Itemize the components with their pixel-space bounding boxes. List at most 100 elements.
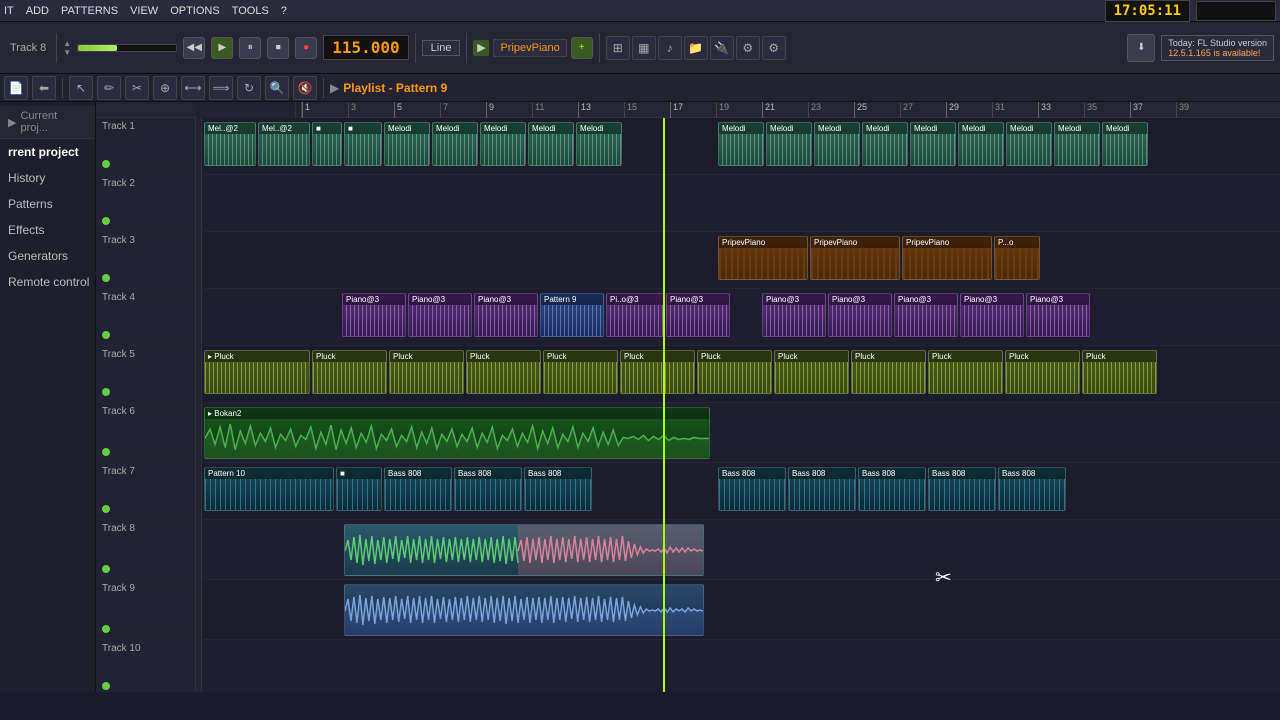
list-item[interactable]: Pi..o@3	[606, 293, 664, 337]
download-icon[interactable]: ⬇	[1127, 34, 1155, 62]
list-item[interactable]: Piano@3	[762, 293, 826, 337]
pause-button[interactable]: ⏸	[239, 37, 261, 59]
menu-patterns[interactable]: PATTERNS	[61, 5, 118, 17]
play-button[interactable]: ▶	[211, 37, 233, 59]
playback-tool[interactable]: ⟹	[209, 76, 233, 100]
record-button[interactable]: ●	[295, 37, 317, 59]
list-item[interactable]: Melodi	[958, 122, 1004, 166]
sidebar-item-remote[interactable]: Remote control	[0, 269, 95, 295]
list-item[interactable]: Melodi	[384, 122, 430, 166]
track-content-4[interactable]: Piano@3 Piano@3 Piano@3 Pattern 9	[202, 289, 1280, 345]
list-item[interactable]: ■	[344, 122, 382, 166]
list-item[interactable]: Melodi	[862, 122, 908, 166]
menu-options[interactable]: OPTIONS	[170, 5, 220, 17]
zoom-in-tool[interactable]: 🔍	[265, 76, 289, 100]
list-item[interactable]: Bass 808	[384, 467, 452, 511]
list-item[interactable]: Bass 808	[718, 467, 786, 511]
track-content-1[interactable]: Mel..@2 Mel..@2 ■ ■	[202, 118, 1280, 174]
list-item[interactable]: Melodi	[528, 122, 574, 166]
list-item[interactable]: Melodi	[718, 122, 764, 166]
zoom-tool[interactable]: ⟷	[181, 76, 205, 100]
expand-icon[interactable]: ▶	[8, 116, 16, 129]
list-item[interactable]: Piano@3	[1026, 293, 1090, 337]
list-item[interactable]: Piano@3	[474, 293, 538, 337]
track-content-9[interactable]	[202, 580, 1280, 639]
list-item[interactable]: Pluck	[389, 350, 464, 394]
list-item[interactable]: Melodi	[1054, 122, 1100, 166]
select-tool[interactable]: ⊕	[153, 76, 177, 100]
list-item[interactable]: Pattern 10	[204, 467, 334, 511]
sidebar-item-patterns[interactable]: Patterns	[0, 191, 95, 217]
new-icon[interactable]: 📄	[4, 76, 28, 100]
list-item[interactable]: Pluck	[928, 350, 1003, 394]
list-item[interactable]: Bass 808	[524, 467, 592, 511]
settings-icon[interactable]: ⚙	[762, 36, 786, 60]
list-item[interactable]: Pluck	[697, 350, 772, 394]
list-item[interactable]	[344, 584, 704, 636]
list-item[interactable]: Piano@3	[960, 293, 1024, 337]
sidebar-item-history[interactable]: History	[0, 165, 95, 191]
list-item[interactable]: Pluck	[466, 350, 541, 394]
menu-view[interactable]: VIEW	[130, 5, 158, 17]
list-item[interactable]: Bass 808	[788, 467, 856, 511]
mute-tool[interactable]: 🔇	[293, 76, 317, 100]
list-item[interactable]: Bass 808	[858, 467, 926, 511]
list-item[interactable]: ■	[312, 122, 342, 166]
list-item[interactable]: Pluck	[851, 350, 926, 394]
list-item[interactable]: PripevPiano	[718, 236, 808, 280]
list-item[interactable]: P...o	[994, 236, 1040, 280]
bpm-display[interactable]: 115.000	[323, 35, 408, 60]
open-icon[interactable]: ⬅	[32, 76, 56, 100]
track-content-8[interactable]	[202, 520, 1280, 579]
list-item[interactable]: ▸ Pluck	[204, 350, 310, 394]
list-item[interactable]: PripevPiano	[810, 236, 900, 280]
track-content-5[interactable]: ▸ Pluck Pluck Pluck Pluck	[202, 346, 1280, 402]
list-item[interactable]: Bass 808	[928, 467, 996, 511]
list-item[interactable]: Pattern 9	[540, 293, 604, 337]
list-item[interactable]	[344, 524, 704, 576]
list-item[interactable]: Melodi	[1006, 122, 1052, 166]
track-content-10[interactable]	[202, 640, 1280, 692]
list-item[interactable]: Melodi	[432, 122, 478, 166]
cursor-tool[interactable]: ↖	[69, 76, 93, 100]
list-item[interactable]: Melodi	[910, 122, 956, 166]
list-item[interactable]: PripevPiano	[902, 236, 992, 280]
erase-tool[interactable]: ✂	[125, 76, 149, 100]
progress-bar[interactable]	[77, 44, 177, 52]
piano-roll-icon[interactable]: ♪	[658, 36, 682, 60]
list-item[interactable]: Bass 808	[998, 467, 1066, 511]
browser-icon[interactable]: 📁	[684, 36, 708, 60]
plugin-icon[interactable]: 🔌	[710, 36, 734, 60]
list-item[interactable]: Mel..@2	[258, 122, 310, 166]
track-content-7[interactable]: Pattern 10 ■ Bass 808 Bass 808	[202, 463, 1280, 519]
sidebar-item-effects[interactable]: Effects	[0, 217, 95, 243]
menu-it[interactable]: IT	[4, 5, 14, 17]
list-item[interactable]: Piano@3	[342, 293, 406, 337]
list-item[interactable]: Melodi	[814, 122, 860, 166]
channel-icon[interactable]: ▦	[632, 36, 656, 60]
mixer-icon[interactable]: ⊞	[606, 36, 630, 60]
list-item[interactable]: Pluck	[1082, 350, 1157, 394]
track-content-6[interactable]: ▸ Bokan2	[202, 403, 1280, 462]
rewind-button[interactable]: ◀◀	[183, 37, 205, 59]
list-item[interactable]: Pluck	[1005, 350, 1080, 394]
list-item[interactable]: Melodi	[766, 122, 812, 166]
list-item[interactable]: Piano@3	[828, 293, 892, 337]
paint-tool[interactable]: ✏	[97, 76, 121, 100]
list-item[interactable]: ■	[336, 467, 382, 511]
list-item[interactable]: ▸ Bokan2	[204, 407, 710, 459]
stop-button[interactable]: ⏹	[267, 37, 289, 59]
list-item[interactable]: Melodi	[576, 122, 622, 166]
line-mode-selector[interactable]: Line	[422, 40, 461, 56]
list-item[interactable]: Pluck	[774, 350, 849, 394]
sidebar-item-generators[interactable]: Generators	[0, 243, 95, 269]
track-content-2[interactable]	[202, 175, 1280, 231]
menu-help[interactable]: ?	[281, 5, 287, 17]
list-item[interactable]: Piano@3	[666, 293, 730, 337]
list-item[interactable]: Mel..@2	[204, 122, 256, 166]
list-item[interactable]: Melodi	[1102, 122, 1148, 166]
list-item[interactable]: Bass 808	[454, 467, 522, 511]
list-item[interactable]: Pluck	[620, 350, 695, 394]
record-icon[interactable]: ⚙	[736, 36, 760, 60]
list-item[interactable]: Pluck	[543, 350, 618, 394]
